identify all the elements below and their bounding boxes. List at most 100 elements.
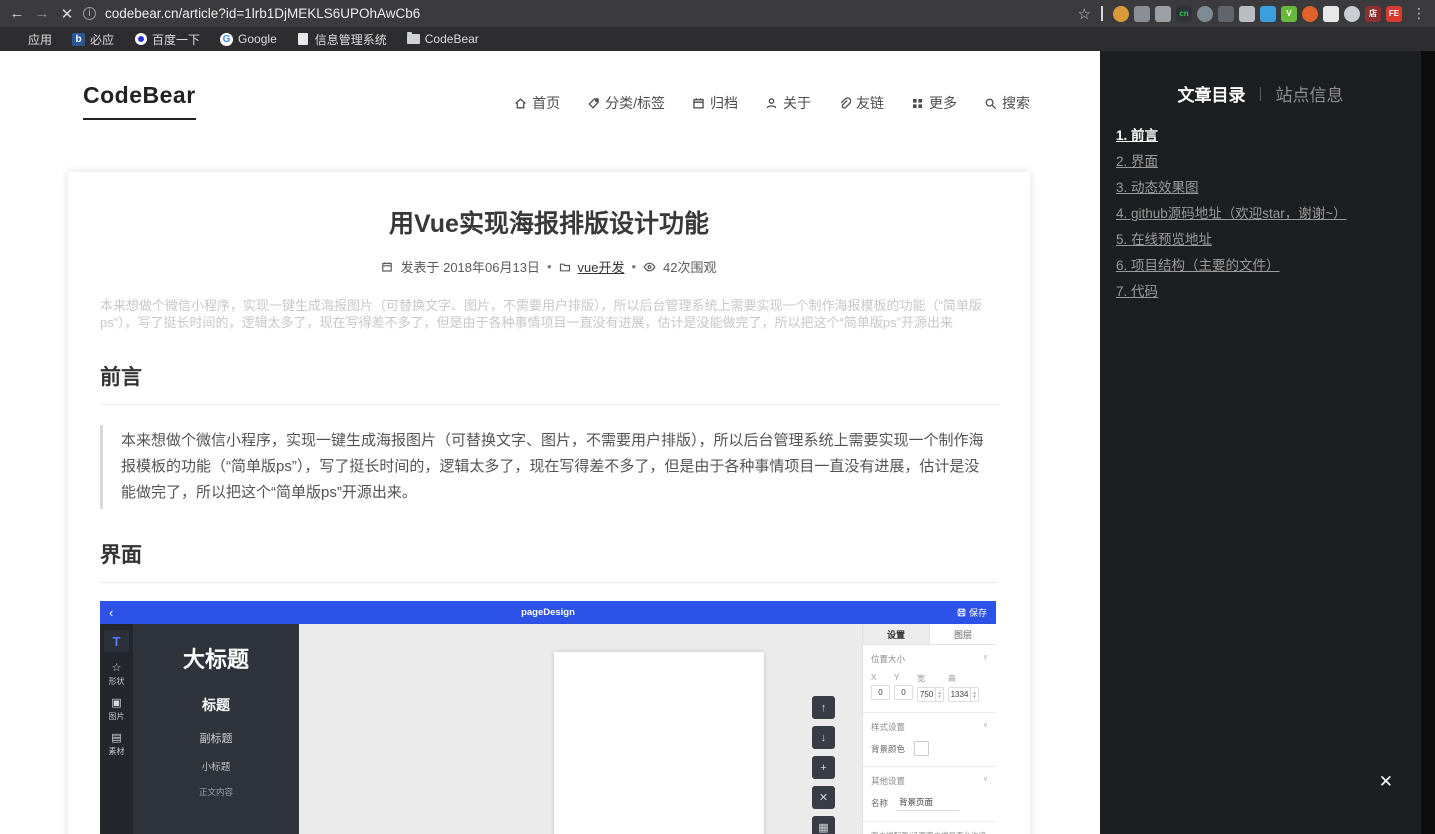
site-header: CodeBear 首页 分类/标签 归档 关于 友链 更多 搜索	[0, 51, 1100, 146]
pd-tool-rail: T ☆ 形状 ▣ 图片 ▤ 素材	[100, 624, 133, 834]
stop-button[interactable]: ✕	[58, 5, 76, 23]
extension-icon-3[interactable]	[1155, 5, 1171, 22]
pd-tool-label: 素材	[108, 747, 125, 756]
pd-y-input	[895, 686, 912, 699]
toc-list: 1. 前言 2. 界面 3. 动态效果图 4. github源码地址（欢迎sta…	[1116, 123, 1405, 305]
bookmark-bing[interactable]: b 必应	[72, 31, 114, 48]
pd-field-y: Y	[894, 673, 913, 702]
toc-item-label: 6. 项目结构（主要的文件）	[1116, 258, 1280, 273]
toc-item-label: 2. 界面	[1116, 154, 1159, 169]
view-count: 42次围观	[663, 260, 717, 275]
home-icon	[515, 97, 526, 108]
nav-item-links[interactable]: 友链	[838, 93, 884, 113]
extension-icon-11[interactable]	[1323, 5, 1339, 22]
meta-separator: •	[631, 259, 637, 274]
pd-save-label: 保存	[968, 608, 987, 618]
bookmark-baidu[interactable]: 百度一下	[134, 31, 200, 48]
toc-item-ui[interactable]: 2. 界面	[1116, 149, 1405, 175]
nav-item-more[interactable]: 更多	[911, 93, 957, 113]
text-tool-icon: T	[104, 630, 129, 652]
pd-tool-image: ▣ 图片	[109, 698, 125, 722]
pd-field-label: 高	[948, 674, 956, 683]
nav-item-archive[interactable]: 归档	[692, 93, 738, 113]
eye-icon	[643, 262, 656, 271]
pd-artboard	[554, 652, 765, 834]
category-link[interactable]: vue开发	[578, 257, 625, 276]
browser-menu-icon[interactable]: ⋮	[1412, 5, 1427, 22]
back-button[interactable]: ←	[8, 5, 26, 22]
bookmark-apps[interactable]: 应用	[10, 31, 52, 48]
search-icon	[985, 98, 997, 109]
article-image-pagedesign: ‹ pageDesign 保存 T ☆ 形状 ▣ 图片 ▤ 素材 大标题 标题 …	[100, 601, 996, 834]
folder-icon	[406, 32, 420, 46]
nav-label: 归档	[710, 95, 738, 111]
chevron-down-icon: ∨	[982, 654, 988, 661]
person-icon	[766, 97, 777, 108]
nav-label: 更多	[929, 95, 957, 111]
extension-icon-13[interactable]: 店	[1365, 5, 1381, 22]
preface-quote: 本来想做个微信小程序，实现一键生成海报图片（可替换文字、图片，不需要用户排版），…	[100, 425, 998, 509]
bing-icon: b	[72, 32, 86, 46]
site-logo[interactable]: CodeBear	[83, 82, 196, 120]
color-swatch	[914, 741, 930, 756]
extension-icon-cn[interactable]: cn	[1176, 5, 1192, 22]
pd-settings-panel: 设置 图层 位置大小 ∨ X 0 Y 0 宽 750 ▴ ▾ 高 1334 ▴ …	[862, 624, 996, 834]
extension-icon-7[interactable]	[1239, 5, 1255, 22]
extension-icon-1[interactable]	[1113, 5, 1129, 22]
toc-item-label: 5. 在线预览地址	[1116, 232, 1213, 247]
pd-section-title: 其他设置	[871, 776, 906, 786]
pd-name-label: 名称	[871, 798, 889, 808]
pd-field-label: 宽	[917, 674, 925, 683]
extension-icon-fe[interactable]: FE	[1386, 5, 1402, 22]
calendar-icon	[382, 261, 393, 272]
pd-bg-color-label: 背景颜色	[871, 743, 906, 754]
pd-field-width: 宽 ▴▾	[917, 673, 944, 702]
folder-icon	[559, 263, 570, 271]
toc-item-label: 1. 前言	[1116, 128, 1159, 143]
forward-button[interactable]: →	[33, 5, 51, 22]
move-up-tool-icon: ↑	[812, 696, 835, 719]
apps-grid-icon	[10, 33, 23, 46]
address-bar[interactable]: codebear.cn/article?id=1lrb1DjMEKLS6UPOh…	[105, 6, 420, 21]
extension-icon-6[interactable]	[1218, 5, 1234, 22]
toc-item-preface[interactable]: 1. 前言	[1116, 123, 1405, 149]
tab-article-toc[interactable]: 文章目录	[1178, 81, 1246, 106]
nav-item-about[interactable]: 关于	[765, 93, 811, 113]
nav-item-search[interactable]: 搜索	[984, 93, 1030, 113]
extension-icon-9[interactable]: V	[1281, 5, 1297, 22]
pd-section-title: 位置大小	[871, 654, 906, 664]
toc-item-structure[interactable]: 6. 项目结构（主要的文件）	[1116, 253, 1405, 279]
article-meta: 发表于 2018年06月13日 • vue开发 • 42次围观	[100, 257, 998, 276]
bookmark-info-system[interactable]: 信息管理系统	[297, 31, 387, 48]
toc-item-code[interactable]: 7. 代码	[1116, 279, 1405, 305]
nav-item-categories[interactable]: 分类/标签	[587, 93, 665, 113]
article-excerpt: 本来想做个微信小程序，实现一键生成海报图片（可替换文字、图片，不需要用户排版），…	[100, 298, 982, 330]
extension-icon-10[interactable]	[1302, 5, 1318, 22]
toc-item-preview[interactable]: 5. 在线预览地址	[1116, 227, 1405, 253]
extension-icon-12[interactable]	[1344, 5, 1360, 22]
asset-tool-icon: ▤	[111, 732, 122, 744]
scrollbar-track[interactable]	[1421, 51, 1435, 834]
tab-site-info[interactable]: 站点信息	[1275, 81, 1343, 106]
extension-icon-5[interactable]	[1197, 5, 1213, 22]
grid-icon	[912, 98, 923, 108]
pd-tab-settings: 设置	[863, 624, 930, 644]
bookmark-star-icon[interactable]: ☆	[1078, 5, 1091, 23]
bookmark-codebear[interactable]: CodeBear	[406, 32, 479, 46]
nav-item-home[interactable]: 首页	[514, 93, 560, 113]
pd-floating-tools: ↑ ↓ + ✕ ▦ ▦	[812, 696, 835, 834]
toc-item-github[interactable]: 4. github源码地址（欢迎star，谢谢~）	[1116, 201, 1405, 227]
close-sidebar-button[interactable]: ✕	[1379, 772, 1393, 792]
nav-label: 友链	[856, 95, 884, 111]
bookmark-label: Google	[238, 32, 277, 46]
article-title: 用Vue实现海报排版设计功能	[389, 210, 709, 238]
nav-label: 首页	[532, 95, 561, 111]
extensions-area: cn V 店 FE	[1113, 5, 1402, 22]
shape-tool-icon: ☆	[111, 662, 122, 674]
bookmark-google[interactable]: G Google	[220, 32, 277, 46]
toc-item-demo[interactable]: 3. 动态效果图	[1116, 175, 1405, 201]
page-info-icon[interactable]: i	[83, 7, 96, 20]
extension-icon-8[interactable]	[1260, 5, 1276, 22]
baidu-icon	[134, 33, 147, 46]
extension-icon-2[interactable]	[1134, 5, 1150, 22]
